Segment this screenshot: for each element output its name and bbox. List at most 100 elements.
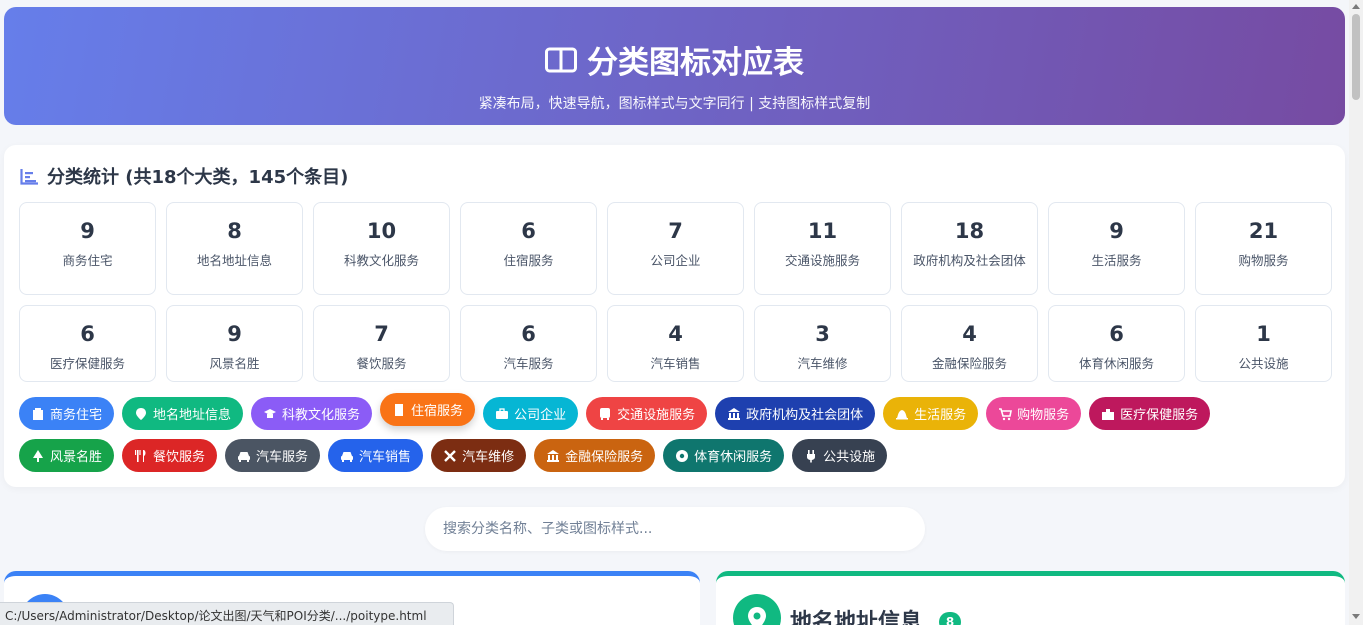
scroll-up-arrow-icon[interactable]	[1352, 4, 1360, 9]
stat-cell[interactable]: 4 金融保险服务	[901, 305, 1038, 382]
stat-cell[interactable]: 11 交通设施服务	[754, 202, 891, 295]
stat-label: 购物服务	[1238, 253, 1289, 268]
utensils-icon	[135, 449, 146, 462]
page-subtitle: 紧凑布局，快速导航，图标样式与文字同行 | 支持图标样式复制	[478, 96, 871, 112]
bus-icon	[600, 407, 611, 420]
category-pill[interactable]: 汽车维修	[431, 439, 527, 472]
stat-count: 18	[954, 219, 985, 243]
stat-label: 公司企业	[650, 253, 701, 268]
stat-cell[interactable]: 21 购物服务	[1195, 202, 1332, 295]
category-pill[interactable]: 政府机构及社会团体	[715, 397, 876, 430]
stat-label: 汽车服务	[503, 356, 554, 371]
category-pill-label: 金融保险服务	[565, 450, 644, 465]
book-open-icon	[545, 47, 577, 72]
stat-label: 汽车销售	[650, 356, 701, 371]
stat-label: 生活服务	[1091, 253, 1142, 268]
vertical-scrollbar[interactable]	[1349, 0, 1363, 625]
stats-title-text: 分类统计 (共18个大类，145个条目)	[47, 167, 349, 188]
category-pill-label: 公司企业	[514, 408, 567, 423]
scroll-down-arrow-icon[interactable]	[1352, 614, 1360, 619]
bank-icon	[547, 449, 560, 462]
category-pill-label: 风景名胜	[50, 450, 103, 465]
stat-cell[interactable]: 1 公共设施	[1195, 305, 1332, 382]
category-pill-label: 科教文化服务	[282, 408, 361, 423]
stat-cell[interactable]: 9 生活服务	[1048, 202, 1185, 295]
stat-count: 7	[668, 219, 683, 243]
plug-icon	[807, 449, 816, 462]
category-pill-label: 政府机构及社会团体	[746, 408, 864, 423]
category-card-address: 地名地址信息 8	[716, 571, 1345, 625]
category-pill[interactable]: 汽车服务	[225, 439, 321, 472]
category-pill[interactable]: 汽车销售	[328, 439, 424, 472]
stat-cell[interactable]: 6 汽车服务	[460, 305, 597, 382]
stat-label: 公共设施	[1238, 356, 1289, 371]
category-pill[interactable]: 购物服务	[986, 397, 1082, 430]
category-pill[interactable]: 体育休闲服务	[663, 439, 785, 472]
stat-label: 商务住宅	[62, 253, 113, 268]
stat-count: 7	[374, 322, 389, 346]
map-pin-icon	[748, 607, 766, 625]
category-pill-label: 医疗保健服务	[1120, 408, 1199, 423]
stat-label: 住宿服务	[503, 253, 554, 268]
stat-count: 21	[1248, 219, 1279, 243]
stat-cell[interactable]: 7 公司企业	[607, 202, 744, 295]
stat-count: 4	[962, 322, 977, 346]
stat-cell[interactable]: 10 科教文化服务	[313, 202, 450, 295]
category-pill-label: 商务住宅	[50, 408, 103, 423]
category-pill[interactable]: 科教文化服务	[251, 397, 373, 430]
stat-cell[interactable]: 9 风景名胜	[166, 305, 303, 382]
category-pill-label: 生活服务	[914, 408, 967, 423]
category-pill[interactable]: 住宿服务	[380, 393, 476, 426]
tree-icon	[33, 449, 43, 462]
stat-label: 交通设施服务	[784, 253, 860, 268]
category-pill-label: 汽车维修	[462, 450, 515, 465]
category-name: 地名地址信息	[790, 610, 923, 625]
category-pill-label: 交通设施服务	[617, 408, 696, 423]
status-bar-url: C:/Users/Administrator/Desktop/论文出图/天气和P…	[0, 602, 454, 625]
category-pill-label: 购物服务	[1017, 408, 1070, 423]
stat-count: 6	[1109, 322, 1124, 346]
category-pill[interactable]: 餐饮服务	[122, 439, 218, 472]
stat-cell[interactable]: 6 医疗保健服务	[19, 305, 156, 382]
stat-cell[interactable]: 7 餐饮服务	[313, 305, 450, 382]
category-pill[interactable]: 交通设施服务	[586, 397, 708, 430]
stat-count: 10	[366, 219, 397, 243]
pill-row-2: 风景名胜 餐饮服务 汽车服务 汽车销售 汽车维修 金融保险服务 体育休闲服务 公共设施	[19, 439, 1339, 472]
category-pill[interactable]: 生活服务	[883, 397, 979, 430]
category-pill[interactable]: 风景名胜	[19, 439, 115, 472]
category-pill-label: 体育休闲服务	[694, 450, 773, 465]
stat-cell[interactable]: 9 商务住宅	[19, 202, 156, 295]
scroll-thumb[interactable]	[1352, 14, 1360, 100]
category-pill-label: 住宿服务	[411, 404, 464, 419]
category-pill[interactable]: 商务住宅	[19, 397, 115, 430]
category-pill-label: 公共设施	[823, 450, 876, 465]
category-pill-label: 汽车销售	[359, 450, 412, 465]
stats-grid-row-2: 6 医疗保健服务 9 风景名胜 7 餐饮服务 6 汽车服务 4 汽车销售 3 汽车维修 4 金融保险服务 6…	[19, 305, 1332, 382]
stat-cell[interactable]: 6 住宿服务	[460, 202, 597, 295]
category-pill-label: 地名地址信息	[153, 408, 232, 423]
map-pin-icon	[136, 407, 147, 420]
category-pill[interactable]: 金融保险服务	[534, 439, 656, 472]
stat-cell[interactable]: 8 地名地址信息	[166, 202, 303, 295]
hotel-icon	[395, 403, 404, 416]
search-input[interactable]	[425, 507, 925, 551]
stat-count: 1	[1256, 322, 1271, 346]
stats-grid-row-1: 9 商务住宅 8 地名地址信息 10 科教文化服务 6 住宿服务 7 公司企业 11 交通设施服务 18…	[19, 202, 1332, 295]
car-icon	[341, 451, 354, 462]
stat-label: 地名地址信息	[196, 253, 272, 268]
building-icon	[33, 407, 43, 420]
stat-cell[interactable]: 4 汽车销售	[607, 305, 744, 382]
category-pill[interactable]: 公司企业	[483, 397, 579, 430]
cart-icon	[999, 407, 1013, 420]
category-count-badge: 8	[939, 612, 961, 625]
stat-cell[interactable]: 6 体育休闲服务	[1048, 305, 1185, 382]
category-pill[interactable]: 公共设施	[792, 439, 888, 472]
category-icon-circle	[733, 594, 781, 625]
category-pill[interactable]: 医疗保健服务	[1089, 397, 1211, 430]
page-title-text: 分类图标对应表	[587, 45, 804, 81]
stat-label: 政府机构及社会团体	[913, 253, 1026, 268]
stat-cell[interactable]: 18 政府机构及社会团体	[901, 202, 1038, 295]
car-icon	[238, 451, 251, 462]
stat-cell[interactable]: 3 汽车维修	[754, 305, 891, 382]
category-pill[interactable]: 地名地址信息	[122, 397, 244, 430]
